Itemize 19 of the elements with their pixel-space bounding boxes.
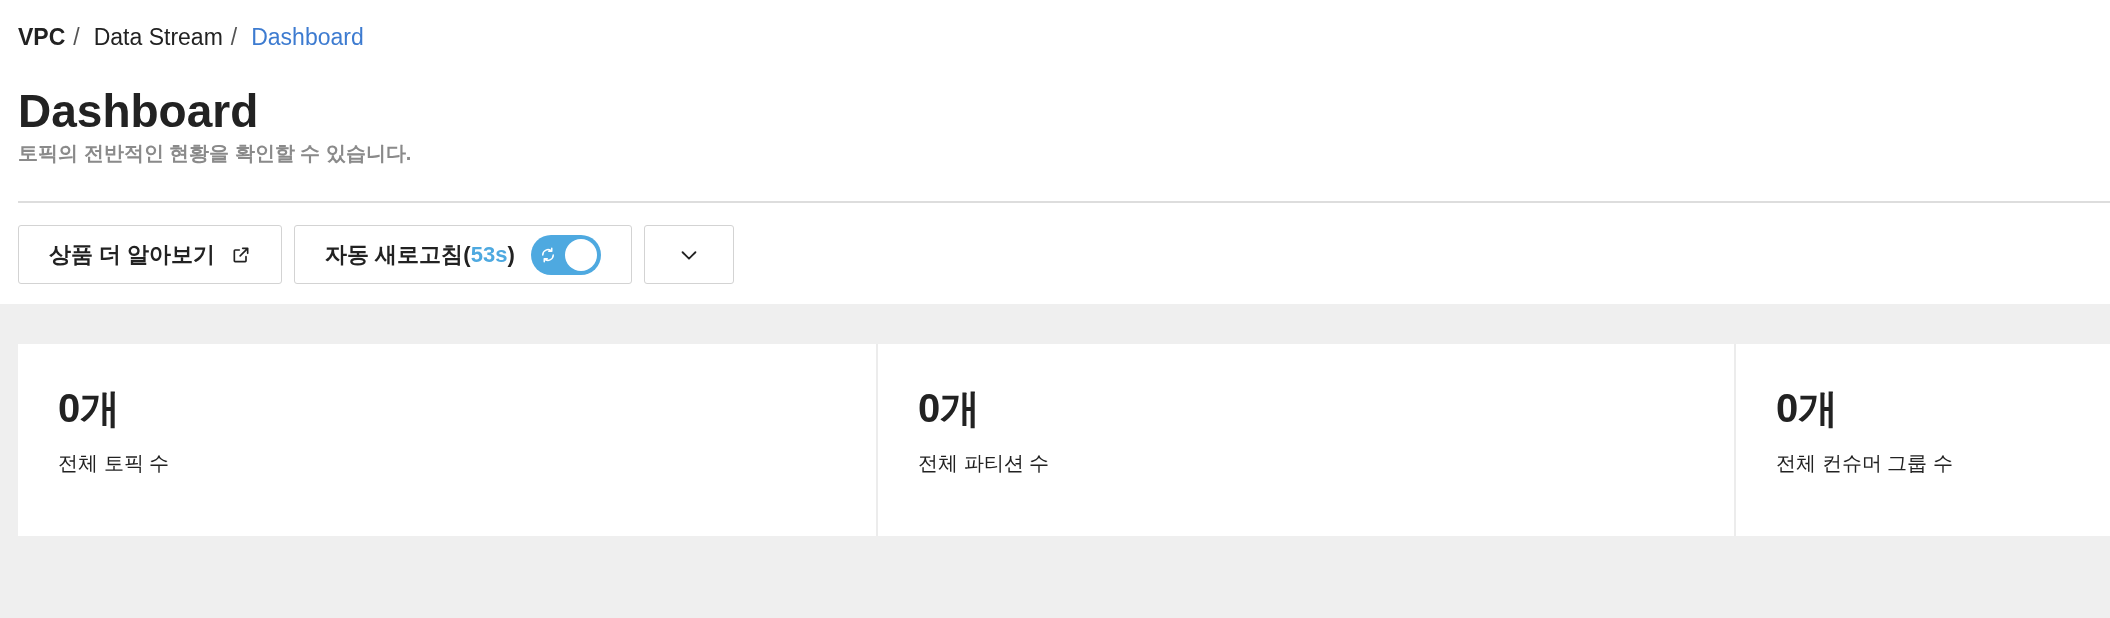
learn-more-button[interactable]: 상품 더 알아보기 bbox=[18, 225, 283, 284]
breadcrumb-link[interactable]: Dashboard bbox=[251, 23, 364, 51]
breadcrumb-link[interactable]: VPC bbox=[18, 23, 66, 51]
page-subtitle: 토픽의 전반적인 현황을 확인할 수 있습니다. bbox=[18, 141, 413, 166]
stat-label: 전체 토픽 수 bbox=[58, 451, 171, 476]
breadcrumb-separator: / bbox=[230, 23, 238, 51]
auto-refresh-label: 자동 새로고침(53s) bbox=[325, 240, 515, 269]
stat-value: 0개 bbox=[1776, 385, 1840, 432]
stat-value: 0개 bbox=[58, 385, 122, 432]
stat-label: 전체 컨슈머 그룹 수 bbox=[1776, 451, 1954, 476]
stat-value: 0개 bbox=[918, 385, 982, 432]
auto-refresh-button[interactable]: 자동 새로고침(53s) bbox=[294, 225, 632, 284]
page-title: Dashboard bbox=[18, 84, 260, 138]
dropdown-button[interactable] bbox=[643, 225, 734, 284]
external-link-icon bbox=[231, 244, 252, 265]
breadcrumb-separator: / bbox=[73, 23, 80, 51]
auto-refresh-toggle[interactable] bbox=[530, 234, 601, 275]
stat-label: 전체 파티션 수 bbox=[918, 451, 1051, 476]
breadcrumb-link[interactable]: Data Stream bbox=[93, 23, 223, 51]
